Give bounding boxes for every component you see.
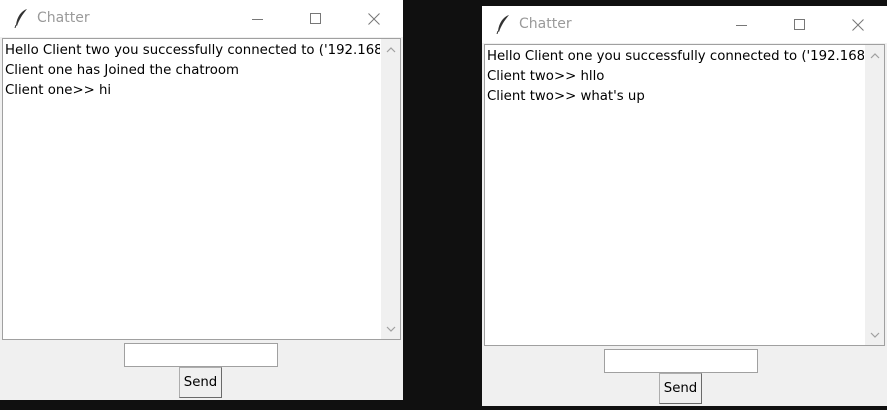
chat-message: Client two>> what's up (487, 89, 645, 104)
send-button[interactable]: Send (659, 373, 702, 404)
chat-message: Client two>> hllo (487, 69, 605, 84)
chat-text: Hello Client one you successfully connec… (487, 47, 864, 345)
title-bar[interactable]: Chatter (0, 0, 403, 37)
vertical-scrollbar[interactable] (381, 39, 400, 339)
chat-log[interactable]: Hello Client two you successfully connec… (2, 38, 401, 340)
maximize-icon (310, 12, 321, 24)
chevron-down-icon (870, 332, 879, 338)
chat-text: Hello Client two you successfully connec… (5, 41, 380, 339)
window-title: Chatter (37, 10, 90, 26)
chevron-up-icon (386, 46, 395, 52)
title-bar[interactable]: Chatter (482, 6, 887, 43)
chat-window-left: Chatter Hello Client two you successfull… (0, 0, 403, 400)
chat-message: Client one>> hi (5, 83, 112, 98)
window-controls (229, 0, 403, 37)
window-controls (713, 6, 887, 43)
feather-icon (14, 9, 27, 28)
minimize-button[interactable] (229, 0, 287, 37)
chat-log[interactable]: Hello Client one you successfully connec… (484, 44, 885, 346)
minimize-button[interactable] (713, 6, 771, 43)
chat-message: Hello Client two you successfully connec… (5, 43, 380, 58)
maximize-button[interactable] (287, 0, 345, 37)
chat-message: Client one has Joined the chatroom (5, 63, 239, 78)
scroll-up-button[interactable] (381, 41, 400, 58)
window-title: Chatter (519, 16, 572, 32)
scroll-up-button[interactable] (865, 47, 884, 64)
close-icon (368, 12, 380, 25)
message-input[interactable] (604, 349, 758, 373)
feather-icon (496, 15, 509, 34)
close-icon (852, 18, 864, 31)
maximize-icon (794, 18, 805, 30)
close-button[interactable] (829, 6, 887, 43)
chat-window-right: Chatter Hello Client one you successfull… (482, 6, 887, 406)
chevron-up-icon (870, 52, 879, 58)
chat-message: Hello Client one you successfully connec… (487, 49, 864, 64)
chevron-down-icon (386, 326, 395, 332)
scroll-down-button[interactable] (381, 320, 400, 337)
scroll-down-button[interactable] (865, 326, 884, 343)
maximize-button[interactable] (771, 6, 829, 43)
send-button[interactable]: Send (179, 367, 222, 398)
minimize-icon (736, 24, 747, 26)
message-input[interactable] (124, 343, 278, 367)
minimize-icon (252, 18, 263, 20)
close-button[interactable] (345, 0, 403, 37)
vertical-scrollbar[interactable] (865, 45, 884, 345)
